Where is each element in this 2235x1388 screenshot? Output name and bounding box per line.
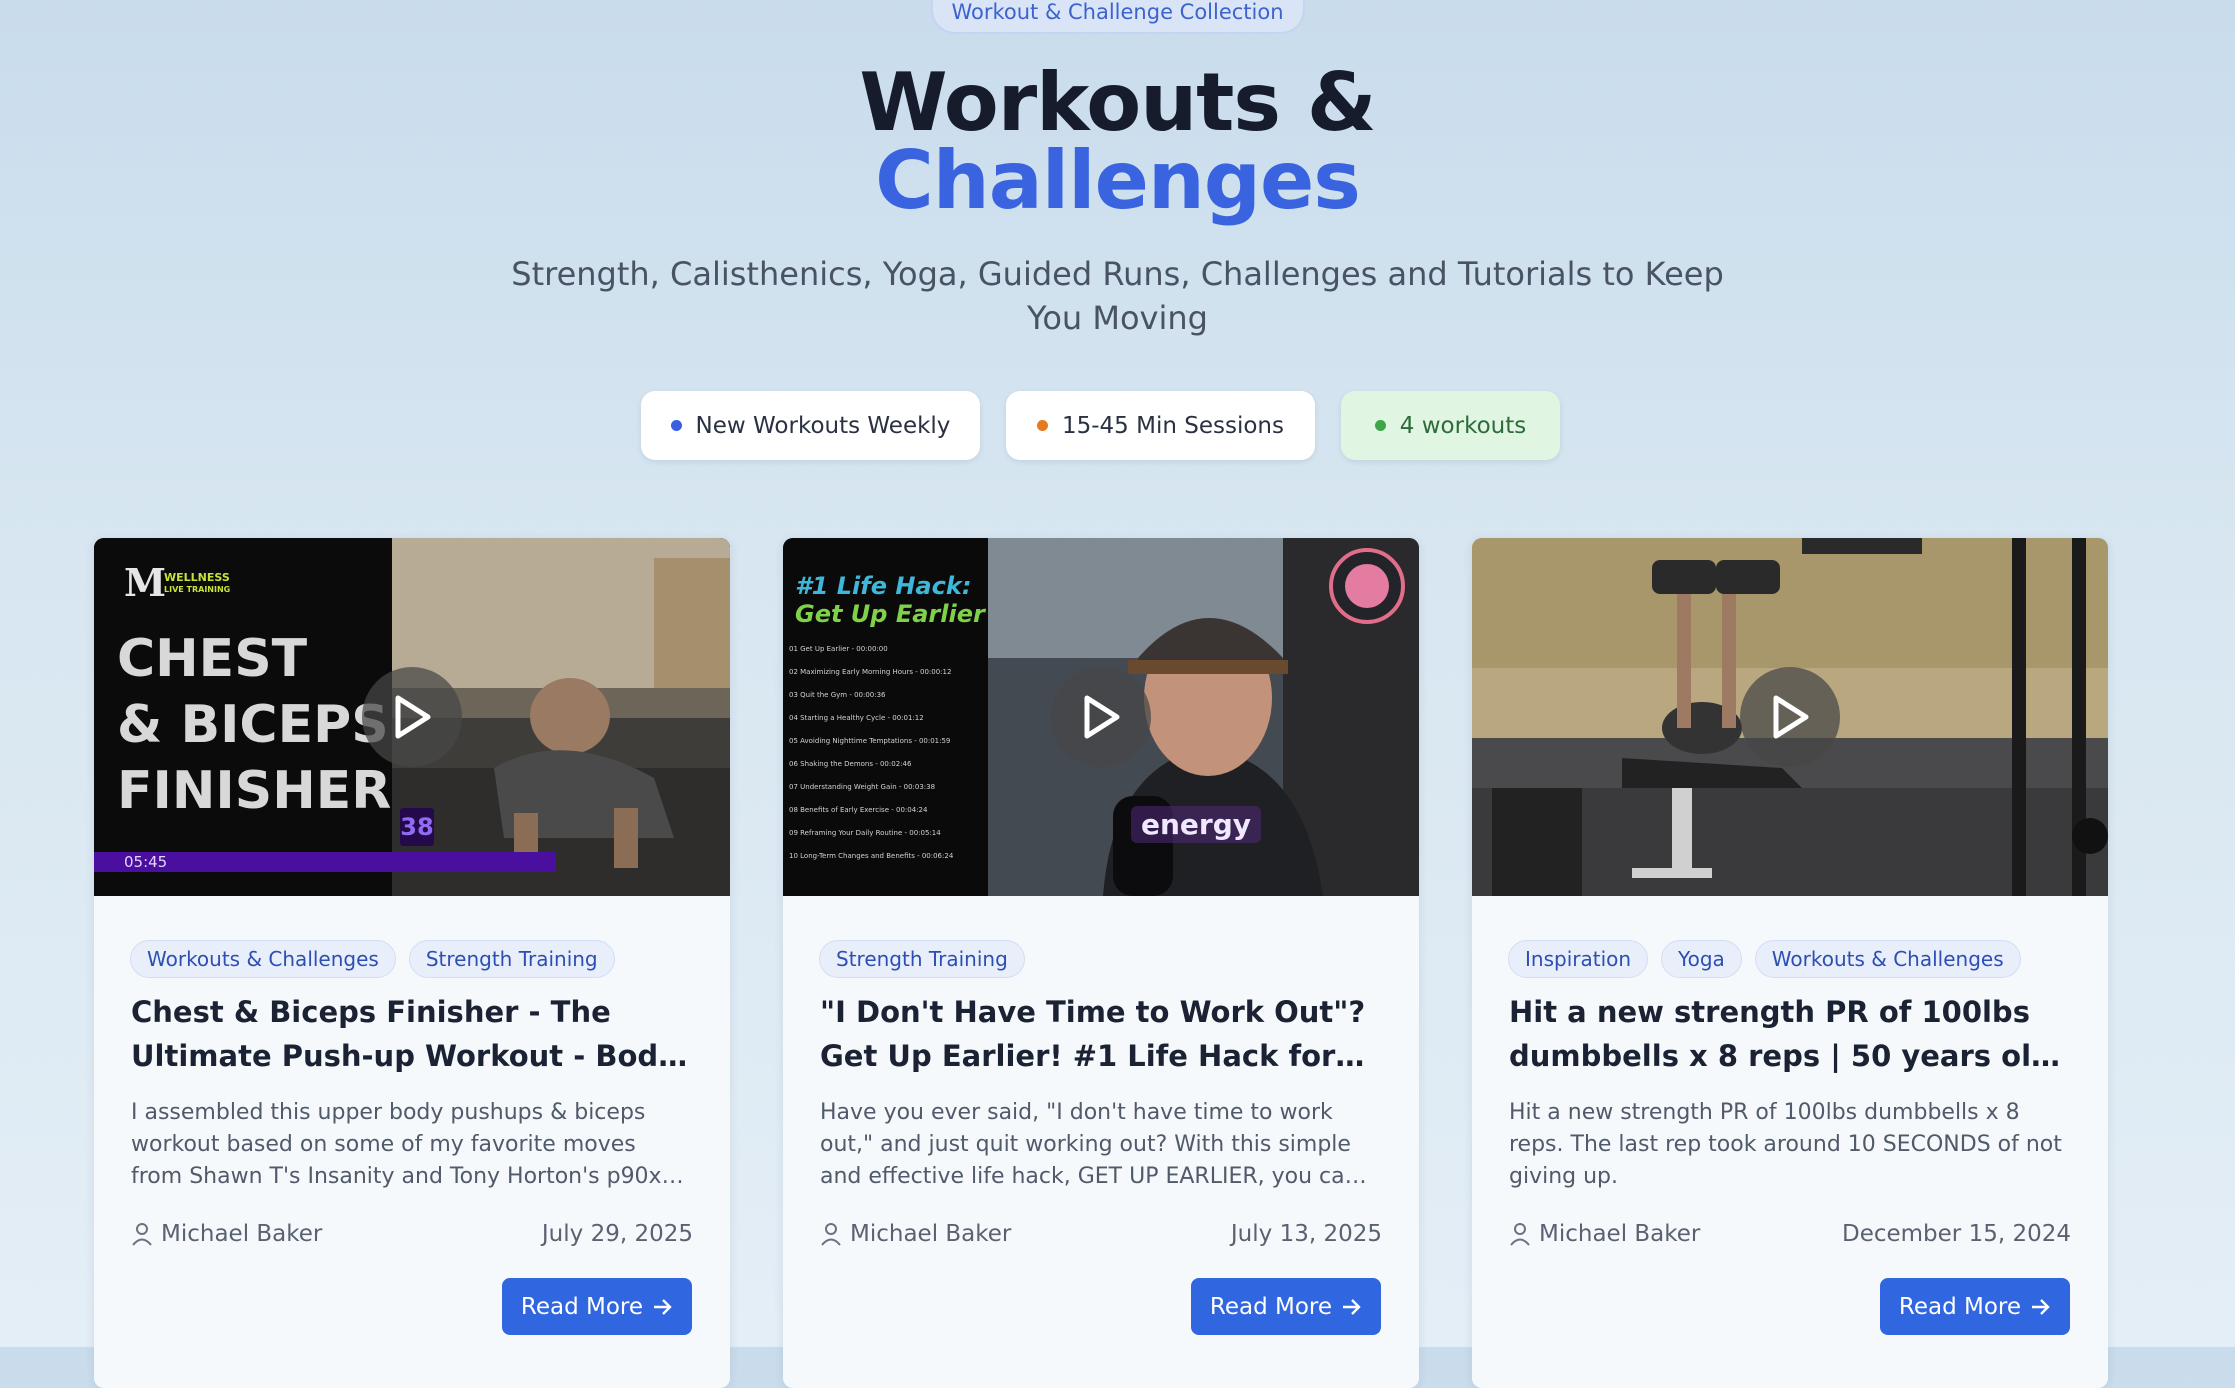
logo-text-line: WELLNESS (164, 571, 230, 584)
chapter-list: 01 Get Up Earlier - 00:00:00 02 Maximizin… (789, 638, 984, 868)
card-meta: Michael Baker December 15, 2024 (1509, 1221, 2071, 1247)
workout-card: #1 Life Hack: Get Up Earlier 01 Get Up E… (783, 538, 1419, 1388)
post-date: July 13, 2025 (1230, 1221, 1382, 1247)
arrow-right-icon (1343, 1298, 1361, 1315)
overlay-line: Get Up Earlier (795, 600, 985, 628)
read-more-label: Read More (1898, 1293, 2021, 1320)
arrow-right-icon (654, 1298, 672, 1315)
thumbnail-heading: CHEST & BICEPS FINISHER (117, 626, 391, 824)
chapter-item: 02 Maximizing Early Morning Hours - 00:0… (789, 668, 952, 676)
rep-counter: 38 (400, 808, 434, 846)
read-more-label: Read More (520, 1293, 643, 1320)
video-timestamp: 05:45 (124, 853, 168, 871)
user-icon (821, 1223, 841, 1246)
chapter-item: 08 Benefits of Early Exercise - 00:04:24 (789, 806, 928, 814)
pill-session-length: 15-45 Min Sessions (1006, 391, 1315, 460)
tag-chip[interactable]: Strength Training (819, 940, 1025, 978)
overlay-line: CHEST (117, 629, 308, 689)
author-name: Michael Baker (1539, 1221, 1701, 1247)
page-title-highlight: Challenges (875, 134, 1361, 227)
author: Michael Baker (131, 1221, 322, 1247)
tag-chip[interactable]: Strength Training (408, 940, 615, 978)
user-icon (132, 1223, 152, 1246)
workout-card: M WELLNESS LIVE TRAINING CHEST & BICEPS … (94, 538, 730, 1388)
play-button[interactable] (362, 667, 462, 767)
chapter-item: 10 Long-Term Changes and Benefits - 00:0… (789, 852, 954, 860)
green-dot-icon (1374, 420, 1386, 431)
read-more-button[interactable]: Read More (1879, 1278, 2070, 1335)
collection-badge: Workout & Challenge Collection (930, 0, 1305, 34)
play-icon (1084, 695, 1120, 739)
orange-dot-icon (1036, 420, 1048, 431)
tag-chip[interactable]: Workouts & Challenges (1754, 940, 2021, 978)
chapter-item: 04 Starting a Healthy Cycle - 00:01:12 (789, 714, 924, 722)
card-excerpt: Hit a new strength PR of 100lbs dumbbell… (1509, 1100, 2062, 1189)
pill-label: 4 workouts (1399, 412, 1527, 439)
tag-list: Workouts & Challenges Strength Training (130, 940, 615, 978)
overlay-line: & BICEPS (117, 695, 389, 755)
card-excerpt: I assembled this upper body pushups & bi… (131, 1100, 662, 1189)
play-button[interactable] (1740, 667, 1840, 767)
author: Michael Baker (820, 1221, 1011, 1247)
tag-list: Inspiration Yoga Workouts & Challenges (1508, 940, 2021, 978)
author: Michael Baker (1509, 1221, 1700, 1247)
logo-text-line: LIVE TRAINING (164, 585, 231, 594)
read-more-button[interactable]: Read More (501, 1278, 692, 1335)
pill-new-workouts: New Workouts Weekly (641, 391, 980, 460)
workout-card: Inspiration Yoga Workouts & Challenges H… (1472, 538, 2108, 1388)
card-meta: Michael Baker July 13, 2025 (820, 1221, 1382, 1247)
tag-list: Strength Training (819, 940, 1025, 978)
chapter-item: 06 Shaking the Demons - 00:02:46 (789, 760, 912, 768)
thumbnail-heading: #1 Life Hack: Get Up Earlier (795, 572, 985, 628)
card-title[interactable]: "I Don't Have Time to Work Out"? Get Up … (820, 990, 1390, 1078)
video-thumbnail[interactable]: #1 Life Hack: Get Up Earlier 01 Get Up E… (783, 538, 1419, 896)
play-icon (395, 695, 431, 739)
user-icon (1510, 1223, 1530, 1246)
card-excerpt: Have you ever said, "I don't have time t… (820, 1100, 1359, 1189)
chapter-item: 03 Quit the Gym - 00:00:36 (789, 691, 886, 699)
tag-chip[interactable]: Inspiration (1508, 940, 1649, 978)
card-title[interactable]: Hit a new strength PR of 100lbs dumbbell… (1509, 990, 2079, 1078)
chapter-item: 09 Reframing Your Daily Routine - 00:05:… (789, 829, 941, 837)
post-date: July 29, 2025 (541, 1221, 693, 1247)
chapter-item: 07 Understanding Weight Gain - 00:03:38 (789, 783, 936, 791)
post-date: December 15, 2024 (1841, 1221, 2071, 1247)
card-title[interactable]: Chest & Biceps Finisher - The Ultimate P… (131, 990, 701, 1078)
play-icon (1773, 695, 1809, 739)
video-caption: energy (1131, 806, 1262, 843)
author-name: Michael Baker (850, 1221, 1012, 1247)
channel-logo-text: WELLNESS LIVE TRAINING (164, 572, 230, 596)
overlay-line: #1 Life Hack: (795, 572, 972, 600)
chapter-item: 05 Avoiding Nighttime Temptations - 00:0… (789, 737, 951, 745)
overlay-line: FINISHER (117, 761, 392, 821)
tag-chip[interactable]: Yoga (1661, 940, 1742, 978)
channel-logo: M (124, 560, 167, 605)
blue-dot-icon (670, 420, 682, 431)
video-thumbnail[interactable]: M WELLNESS LIVE TRAINING CHEST & BICEPS … (94, 538, 730, 896)
video-thumbnail[interactable] (1472, 538, 2108, 896)
read-more-label: Read More (1209, 1293, 1332, 1320)
card-meta: Michael Baker July 29, 2025 (131, 1221, 693, 1247)
play-button[interactable] (1051, 667, 1151, 767)
author-name: Michael Baker (161, 1221, 323, 1247)
pill-label: New Workouts Weekly (695, 412, 951, 439)
pill-label: 15-45 Min Sessions (1061, 412, 1284, 439)
pill-workout-count: 4 workouts (1341, 391, 1560, 460)
page-subtitle: Strength, Calisthenics, Yoga, Guided Run… (511, 255, 1724, 337)
arrow-right-icon (2032, 1298, 2050, 1315)
tag-chip[interactable]: Workouts & Challenges (130, 940, 396, 978)
chapter-item: 01 Get Up Earlier - 00:00:00 (789, 645, 888, 653)
read-more-button[interactable]: Read More (1190, 1278, 1381, 1335)
